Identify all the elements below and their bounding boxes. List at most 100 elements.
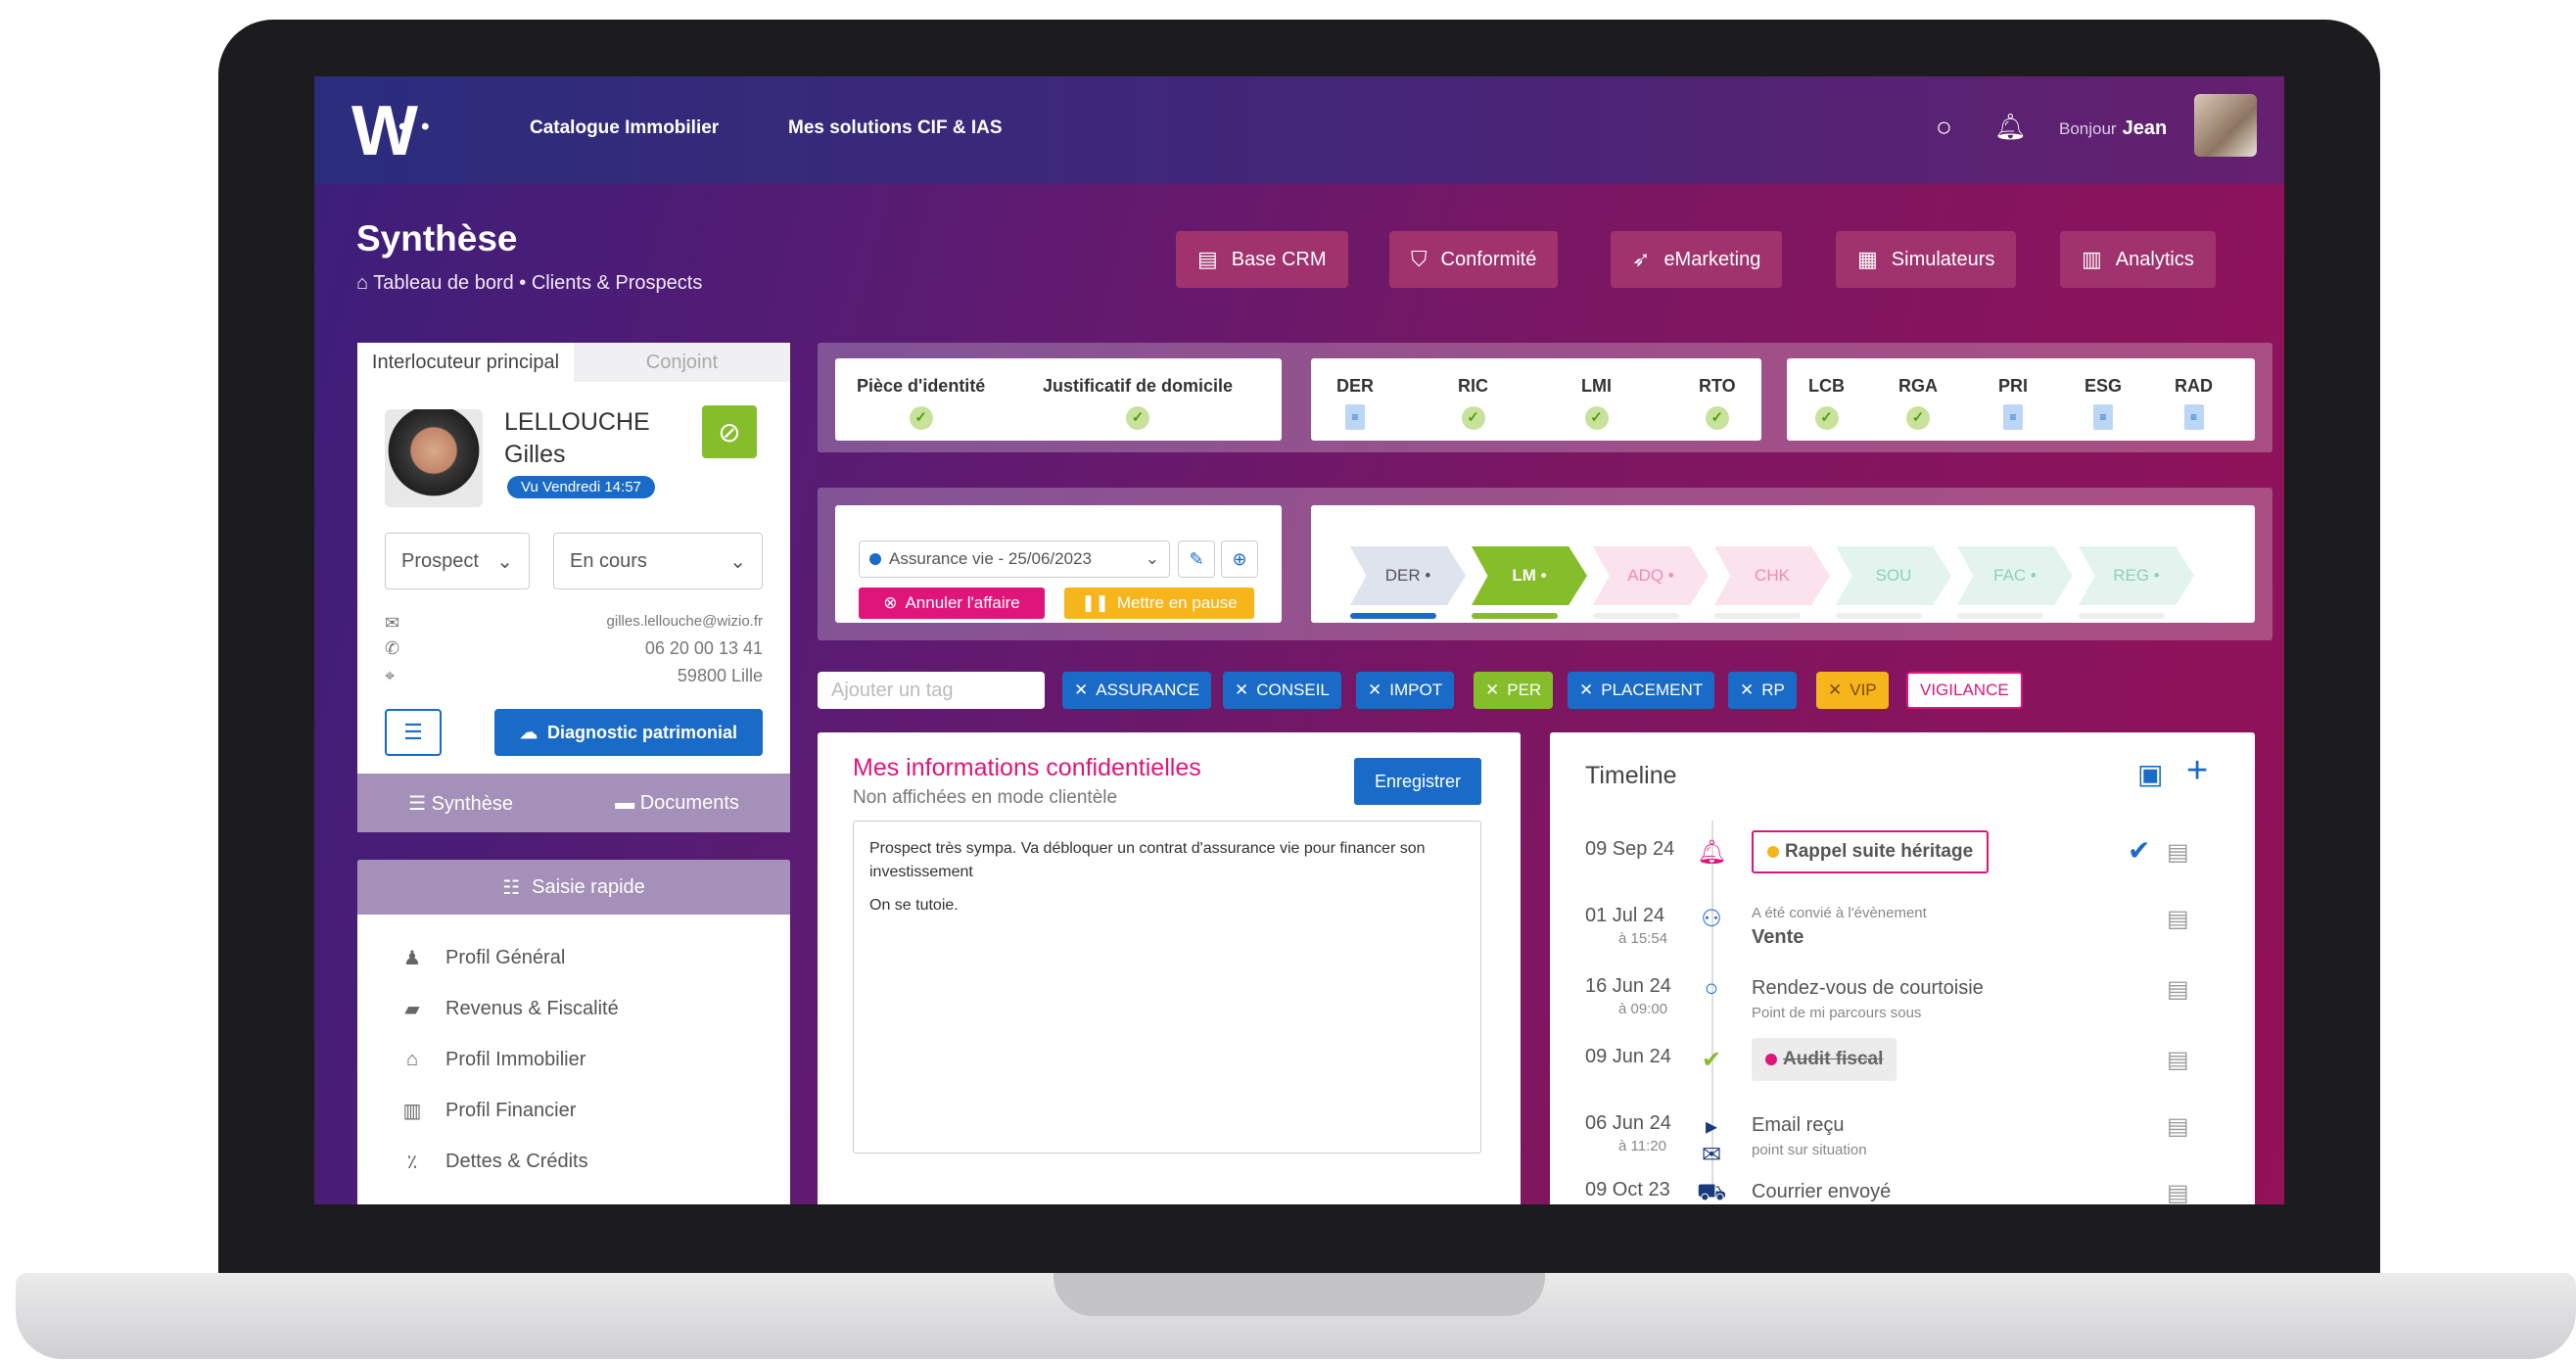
tag-vigilance[interactable]: VIGILANCE [1906,672,2023,709]
tag-assurance[interactable]: ✕ ASSURANCE [1062,672,1212,709]
quick-entry-header: ☷ Saisie rapide [357,860,790,915]
timeline-row[interactable]: 01 Jul 24 à 15:54 ⚇ A été convié à l'évè… [1550,905,2255,964]
tag-conseil[interactable]: ✕ CONSEIL [1223,672,1341,709]
quick-item-immobilier[interactable]: ⌂ Profil Immobilier [357,1034,790,1085]
doc-lcb[interactable]: LCB ✓ [1808,376,1845,430]
affaire-card: Assurance vie - 25/06/2023 ⌄ ✎ ⊕ ⊗ Annuler… [835,505,1282,623]
cancel-affaire-button[interactable]: ⊗ Annuler l'affaire [859,588,1045,619]
step-fac[interactable]: FAC • [1957,546,2073,605]
tag-per[interactable]: ✕ PER [1474,672,1554,709]
step-reg[interactable]: REG • [2079,546,2194,605]
pause-icon: ❚❚ [1081,593,1109,612]
timeline-row[interactable]: 09 Oct 23 ⛟ Courrier envoyé ▤ [1550,1179,2255,1204]
module-emarketing[interactable]: ➶ eMarketing [1611,231,1783,288]
doc-ric[interactable]: RIC ✓ [1458,376,1488,430]
quick-item-profil-general[interactable]: ♟ Profil Général [357,932,790,983]
step-adq[interactable]: ADQ • [1593,546,1709,605]
check-icon: ✓ [1814,406,1839,430]
tag-rp[interactable]: ✕ RP [1728,672,1797,709]
list-button[interactable]: ☰ [385,709,442,756]
chevron-down-icon: ⌄ [496,550,513,573]
app-logo[interactable]: W • • [351,94,442,168]
contact-email[interactable]: ✉ gilles.lellouche@wizio.fr [385,613,763,634]
document-icon[interactable]: ▤ [2167,838,2189,867]
affaire-select[interactable]: Assurance vie - 25/06/2023 ⌄ [859,541,1170,578]
timeline-row[interactable]: 09 Jun 24 ✔ Audit fiscal ▤ [1550,1038,2255,1105]
doc-esg[interactable]: ESG ≡ [2084,376,2122,430]
doc-domicile[interactable]: Justificatif de domicile ✓ [1043,376,1233,430]
seen-badge: Vu Vendredi 14:57 [507,476,655,498]
check-icon: ✓ [1126,406,1150,430]
step-lm[interactable]: LM • [1472,546,1587,605]
status-select[interactable]: Prospect ⌄ [385,533,530,589]
document-icon[interactable]: ▤ [2167,975,2189,1004]
phone-icon: ✆ [385,638,400,658]
confidential-title: Mes informations confidentielles [853,754,1201,781]
module-conformite[interactable]: ⛉ Conformité [1389,231,1559,288]
contact-card: Interlocuteur principal Conjoint LELLOUC… [357,343,790,832]
check-icon: ✔ [1701,1047,1722,1073]
diagnostic-button[interactable]: ☁ Diagnostic patrimonial [494,709,763,756]
step-der-underline [1350,613,1436,619]
check-icon[interactable]: ✔ [2128,834,2150,867]
stage-select[interactable]: En cours ⌄ [553,533,763,589]
contact-phone[interactable]: ✆ 06 20 00 13 41 [385,638,763,659]
document-icon[interactable]: ▤ [2167,1179,2189,1204]
tag-placement[interactable]: ✕ PLACEMENT [1568,672,1715,709]
quick-item-dettes[interactable]: ٪ Dettes & Crédits [357,1136,790,1187]
search-icon[interactable]: ○ [1936,112,1952,143]
contact-name: LELLOUCHE Gilles [504,408,650,468]
check-icon: ✓ [1461,406,1485,430]
step-sou[interactable]: SOU [1836,546,1951,605]
doc-rga[interactable]: RGA ✓ [1898,376,1938,430]
mail-icon: ✉ [385,613,400,633]
doc-rad[interactable]: RAD ≡ [2175,376,2213,430]
form-icon: ☷ [502,876,521,899]
pause-affaire-button[interactable]: ❚❚ Mettre en pause [1064,588,1254,619]
tab-documents[interactable]: ▬ Documents [615,792,739,815]
document-icon[interactable]: ▤ [2167,1112,2189,1141]
doc-pri[interactable]: PRI ≡ [1998,376,2028,430]
add-circle-icon[interactable]: ⊕ [1221,541,1258,578]
tag-input[interactable]: Ajouter un tag [818,672,1045,709]
bell-icon[interactable]: 🔔︎ [1994,112,2027,142]
step-der[interactable]: DER • [1350,546,1466,605]
module-analytics[interactable]: ▥ Analytics [2060,231,2216,288]
save-button[interactable]: Enregistrer [1354,758,1481,805]
tag-vip[interactable]: ✕ VIP [1816,672,1889,709]
chevron-down-icon: ⌄ [1145,549,1159,568]
cloud-upload-icon: ☁ [519,722,538,742]
timeline-row[interactable]: 16 Jun 24 à 09:00 ○ Rendez-vous de court… [1550,975,2255,1034]
wallet-icon: ▰ [404,998,420,1020]
link-icon[interactable]: ⊘ [702,405,757,458]
done-badge: Audit fiscal [1752,1038,1897,1081]
timeline-row[interactable]: 09 Sep 24 🔔︎ Rappel suite héritage ✔ ▤ [1550,830,2255,897]
user-avatar[interactable] [2194,94,2257,157]
quick-item-financier[interactable]: ▥ Profil Financier [357,1085,790,1136]
timeline-row[interactable]: 06 Jun 24 à 11:20 ▸✉ Email reçu point su… [1550,1112,2255,1171]
document-icon[interactable]: ▤ [2167,1046,2189,1074]
module-simulateurs[interactable]: ▦ Simulateurs [1836,231,2017,288]
tab-spouse[interactable]: Conjoint [574,343,790,382]
file-icon[interactable]: ▣ [2137,758,2163,790]
module-base-crm[interactable]: ▤ Base CRM [1176,231,1348,288]
contact-photo [385,409,483,507]
tab-main-contact[interactable]: Interlocuteur principal [357,343,574,382]
step-chk[interactable]: CHK [1714,546,1830,605]
document-icon: ≡ [2003,404,2023,430]
edit-icon[interactable]: ✎ [1178,541,1215,578]
bar-chart-icon: ▥ [402,1100,422,1122]
notes-textarea[interactable]: Prospect très sympa. Va débloquer un con… [853,821,1481,1153]
doc-der[interactable]: DER ≡ [1336,376,1374,430]
tag-impot[interactable]: ✕ IMPOT [1356,672,1455,709]
breadcrumb[interactable]: ⌂ Tableau de bord • Clients & Prospects [356,272,702,295]
doc-rto[interactable]: RTO ✓ [1699,376,1736,430]
document-icon[interactable]: ▤ [2167,905,2189,933]
doc-lmi[interactable]: LMI ✓ [1581,376,1612,430]
tab-synthese[interactable]: ☰ Synthèse [408,791,513,816]
nav-solutions[interactable]: Mes solutions CIF & IAS [788,118,1003,139]
add-icon[interactable]: + [2186,750,2208,792]
doc-id[interactable]: Pièce d'identité ✓ [857,376,985,430]
quick-item-revenus[interactable]: ▰ Revenus & Fiscalité [357,983,790,1034]
nav-catalogue[interactable]: Catalogue Immobilier [530,118,719,139]
